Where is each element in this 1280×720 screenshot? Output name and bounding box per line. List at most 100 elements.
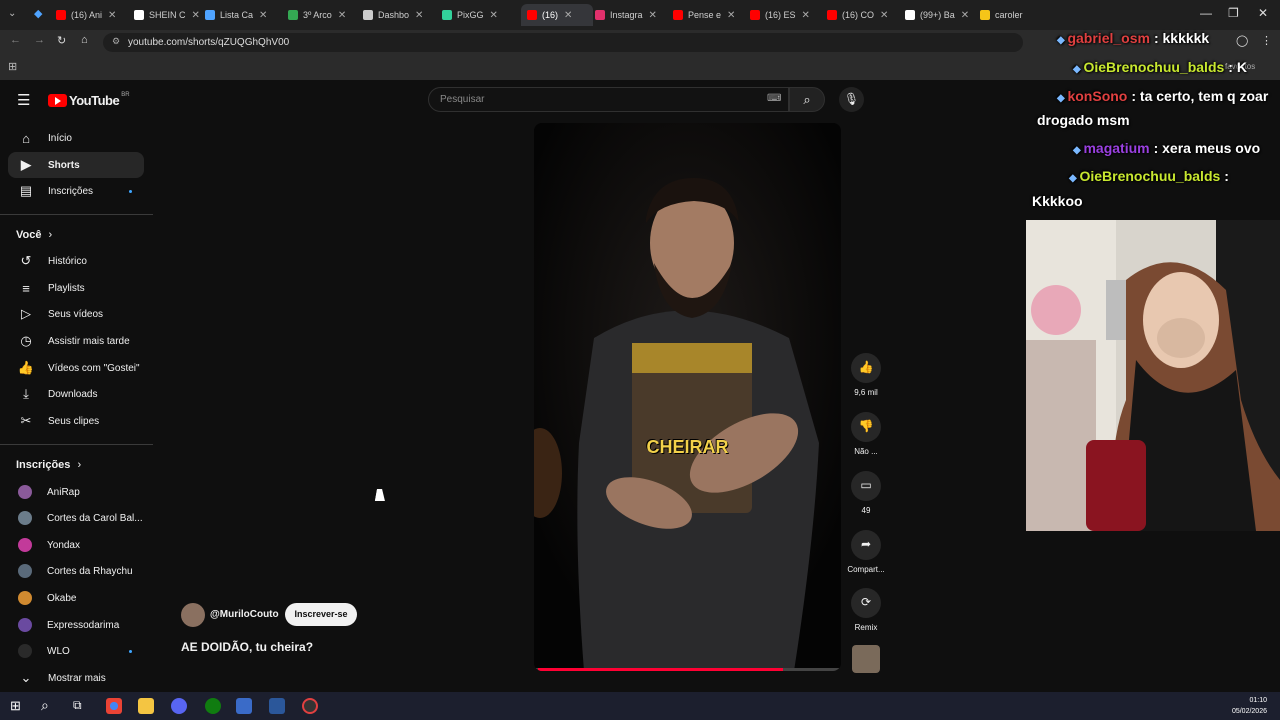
sidebar-item[interactable]: ✂ Seus clipes: [8, 408, 144, 434]
tab-favicon-icon: [827, 10, 837, 20]
browser-tab[interactable]: (16) Ani ✕: [56, 4, 128, 26]
chat-text: Kkkkoo: [1032, 193, 1083, 209]
url-field[interactable]: ⚙ youtube.com/shorts/qZUQGhQhV00: [103, 33, 1023, 52]
file-explorer-icon[interactable]: [138, 698, 154, 714]
search-input[interactable]: Pesquisar ⌨: [428, 87, 789, 112]
obs-icon[interactable]: [302, 698, 318, 714]
subscriptions-heading[interactable]: Inscrições ›: [16, 459, 81, 471]
subscribe-button[interactable]: Inscrever-se: [285, 603, 357, 626]
channel-avatar[interactable]: [181, 603, 205, 627]
browser-tab[interactable]: (99+) Ba ✕: [905, 4, 977, 26]
tab-favicon-icon: [527, 10, 537, 20]
reload-icon[interactable]: ↻: [57, 34, 66, 47]
dislike-button[interactable]: 👎: [851, 412, 881, 442]
channel-label: Expressodarima: [47, 619, 120, 631]
close-tab-icon[interactable]: ✕: [727, 10, 735, 21]
you-section-heading[interactable]: Você ›: [16, 229, 52, 241]
tab-favicon-icon: [905, 10, 915, 20]
sidebar-item[interactable]: ◷ Assistir mais tarde: [8, 328, 144, 354]
close-tab-icon[interactable]: ✕: [192, 10, 200, 21]
windows-taskbar: ⊞ ⌕ ⧉ 01:10 05/02/2026: [0, 692, 1280, 720]
chrome-taskbar-icon[interactable]: [106, 698, 122, 714]
browser-tab[interactable]: (16) ✕: [521, 4, 593, 26]
back-icon[interactable]: ←: [10, 34, 21, 46]
close-tab-icon[interactable]: ✕: [649, 10, 657, 21]
channel-name[interactable]: @MuriloCouto: [210, 609, 279, 620]
close-tab-icon[interactable]: ✕: [802, 10, 810, 21]
sidebar-item[interactable]: 👍 Vídeos com "Gostei": [8, 355, 144, 381]
search-button[interactable]: ⌕: [789, 87, 825, 112]
sidebar-item[interactable]: ⤓ Downloads: [8, 381, 144, 407]
share-button[interactable]: ➦: [851, 530, 881, 560]
close-tab-icon[interactable]: ✕: [108, 10, 116, 21]
sidebar-item[interactable]: ≡ Playlists: [8, 275, 144, 301]
browser-tab[interactable]: Instagra ✕: [595, 4, 667, 26]
close-tab-icon[interactable]: ✕: [415, 10, 423, 21]
show-more-button[interactable]: ⌄ Mostrar mais: [8, 665, 144, 691]
sidebar-item[interactable]: ⌂ Início: [8, 125, 144, 151]
browser-tab[interactable]: PixGG ✕: [442, 4, 514, 26]
tab-label: (16) ES: [765, 10, 796, 20]
subscription-channel[interactable]: Okabe: [8, 585, 144, 611]
forward-icon[interactable]: →: [34, 34, 45, 46]
close-tab-icon[interactable]: ✕: [961, 10, 969, 21]
discord-icon[interactable]: [171, 698, 187, 714]
tab-favicon-icon: [673, 10, 683, 20]
subscription-channel[interactable]: AniRap: [8, 479, 144, 505]
remix-label: Remix: [854, 623, 878, 632]
tab-favicon-icon: [56, 10, 66, 20]
browser-tab[interactable]: Pense e ✕: [673, 4, 745, 26]
sidebar-item[interactable]: ▤ Inscrições: [8, 178, 144, 204]
browser-tab[interactable]: Dashbo ✕: [363, 4, 435, 26]
subscription-channel[interactable]: Cortes da Rhaychu: [8, 558, 144, 584]
minimize-icon[interactable]: —: [1200, 6, 1212, 20]
sidebar-divider: [0, 214, 153, 215]
comments-button[interactable]: ▭: [851, 471, 881, 501]
windows-start-icon[interactable]: ⊞: [10, 698, 21, 714]
close-tab-icon[interactable]: ✕: [490, 10, 498, 21]
close-tab-icon[interactable]: ✕: [880, 10, 888, 21]
browser-tab[interactable]: Lista Ca ✕: [205, 4, 277, 26]
site-info-icon[interactable]: ⚙: [112, 36, 120, 47]
browser-tab[interactable]: caroler: [980, 4, 1028, 26]
home-browser-icon[interactable]: ⌂: [81, 34, 88, 46]
close-tab-icon[interactable]: ✕: [338, 10, 346, 21]
security-icon[interactable]: [236, 698, 252, 714]
tab-search-icon[interactable]: ⌄: [8, 8, 16, 19]
task-view-icon[interactable]: ⧉: [73, 698, 82, 713]
word-icon[interactable]: [269, 698, 285, 714]
browser-tab[interactable]: (16) CO ✕: [827, 4, 899, 26]
sidebar-item[interactable]: ↺ Histórico: [8, 248, 144, 274]
remix-icon: ⟳: [860, 595, 872, 609]
progress-bar[interactable]: [538, 668, 784, 671]
keyboard-icon[interactable]: ⌨: [767, 93, 781, 104]
apps-grid-icon[interactable]: ⊞: [8, 60, 17, 73]
browser-tab[interactable]: (16) ES ✕: [750, 4, 822, 26]
mouse-cursor-icon: [374, 489, 388, 501]
pinned-tab-icon[interactable]: ◆: [34, 7, 42, 20]
browser-tab[interactable]: 3º Arco ✕: [288, 4, 360, 26]
remix-button[interactable]: ⟳: [851, 588, 881, 618]
taskbar-search-icon[interactable]: ⌕: [41, 697, 49, 714]
sidebar-item[interactable]: ▶ Shorts: [8, 152, 144, 178]
system-clock[interactable]: 01:10 05/02/2026: [1232, 695, 1267, 717]
maximize-icon[interactable]: ❐: [1228, 6, 1239, 20]
channel-label: Okabe: [47, 592, 77, 604]
close-tab-icon[interactable]: ✕: [259, 10, 267, 21]
subscription-channel[interactable]: WLO: [8, 638, 144, 664]
voice-search-button[interactable]: 🎙: [839, 87, 864, 112]
url-text: youtube.com/shorts/qZUQGhQhV00: [128, 37, 290, 48]
sidebar-item-label: Playlists: [48, 282, 85, 294]
close-window-icon[interactable]: ✕: [1258, 6, 1268, 20]
browser-tab[interactable]: SHEIN C ✕: [134, 4, 206, 26]
close-tab-icon[interactable]: ✕: [564, 10, 572, 21]
short-video-player[interactable]: CHEIRAR: [534, 123, 841, 671]
sidebar-item[interactable]: ▷ Seus vídeos: [8, 301, 144, 327]
xbox-icon[interactable]: [205, 698, 221, 714]
chat-username: magatium: [1083, 140, 1150, 156]
audio-thumbnail[interactable]: [852, 645, 880, 673]
subscription-channel[interactable]: Expressodarima: [8, 612, 144, 638]
like-button[interactable]: 👍: [851, 353, 881, 383]
subscription-channel[interactable]: Cortes da Carol Bal...: [8, 505, 144, 531]
subscription-channel[interactable]: Yondax: [8, 532, 144, 558]
